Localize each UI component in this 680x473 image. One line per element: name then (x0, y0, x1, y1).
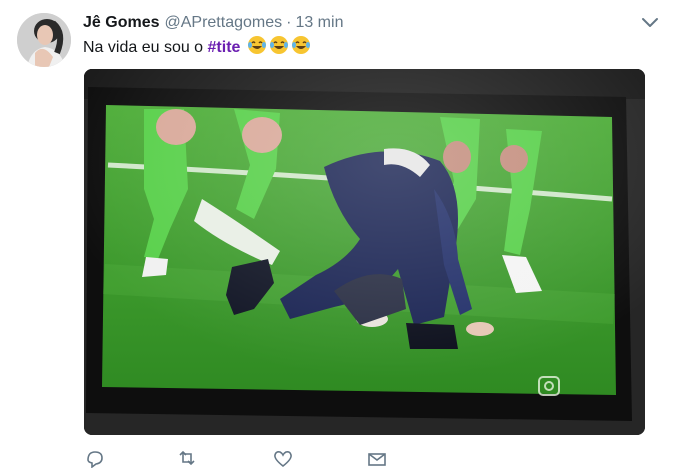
tweet-header: Jê Gomes @APrettagomes · 13 min (83, 13, 660, 33)
author-handle[interactable]: @APrettagomes (164, 14, 282, 32)
laughing-tears-emoji (291, 36, 310, 54)
retweet-icon[interactable] (176, 448, 198, 468)
tweet-text: Na vida eu sou o #tite (83, 35, 311, 58)
direct-message-icon[interactable] (366, 448, 388, 468)
like-icon[interactable] (272, 448, 294, 468)
tweet-text-prefix: Na vida eu sou o (83, 39, 208, 56)
hashtag-link[interactable]: #tite (208, 39, 241, 56)
avatar[interactable] (17, 13, 71, 67)
chevron-down-icon[interactable] (640, 14, 660, 32)
timestamp[interactable]: 13 min (295, 14, 343, 32)
emoji-group (245, 36, 311, 56)
reply-icon[interactable] (84, 448, 106, 469)
tweet-media-photo[interactable] (84, 69, 645, 435)
avatar-photo (17, 13, 71, 67)
author-name[interactable]: Jê Gomes (83, 14, 159, 32)
laughing-tears-emoji (269, 36, 288, 54)
tweet-actions (84, 448, 404, 469)
laughing-tears-emoji (247, 36, 266, 54)
separator-dot: · (286, 14, 292, 31)
tv-screen-photo (84, 69, 645, 435)
